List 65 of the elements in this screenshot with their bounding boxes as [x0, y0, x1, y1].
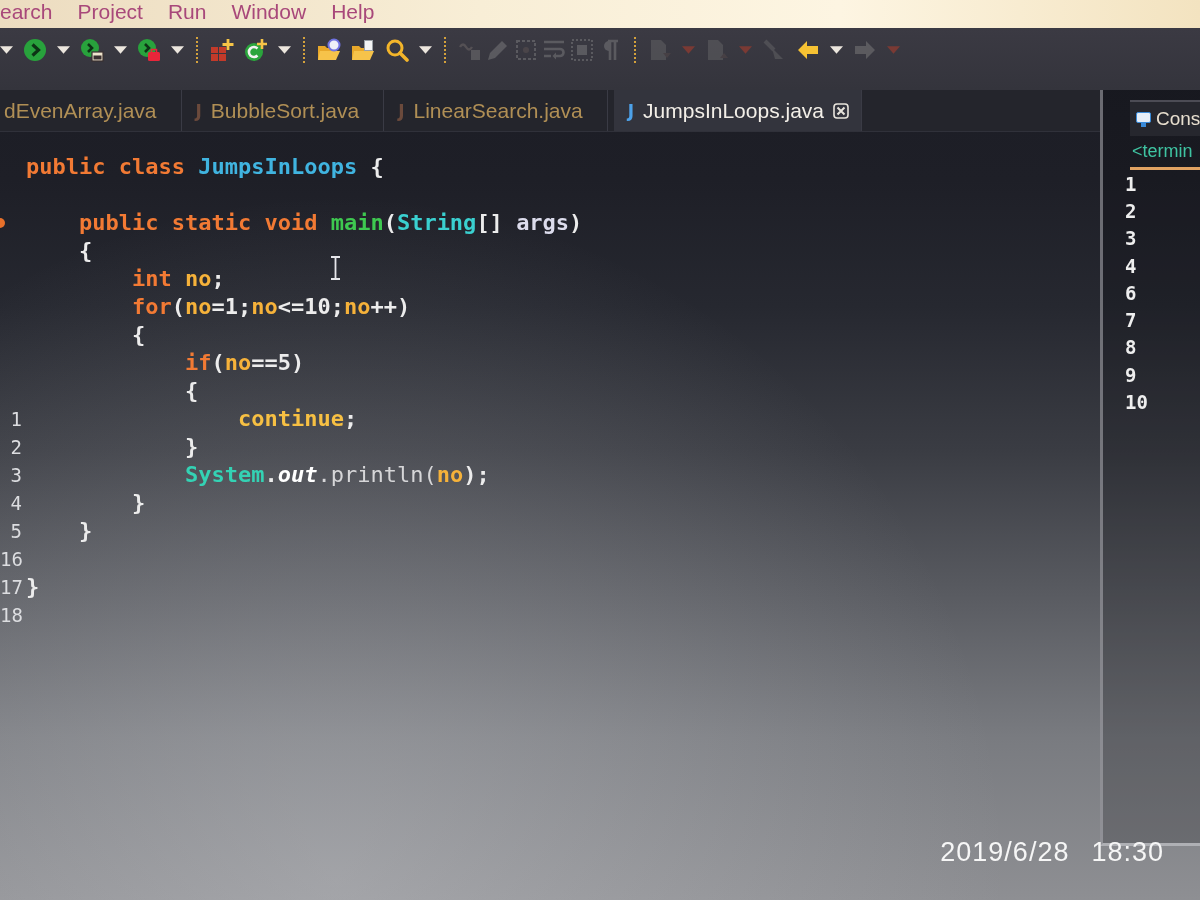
console-output-line: 3	[1125, 226, 1138, 252]
code-line: public class JumpsInLoops {	[26, 154, 384, 180]
dropdown-caret-icon[interactable]	[171, 46, 184, 54]
code-line: int no;	[131, 266, 225, 292]
editor-tab[interactable]: J LinearSearch.java	[384, 90, 608, 131]
line-number: 2	[10, 436, 22, 458]
photo-date-label: 2019/6/28	[940, 837, 1070, 868]
console-output-line: 9	[1125, 362, 1138, 388]
console-output-line: 8	[1125, 335, 1138, 361]
console-output-line: 10	[1125, 390, 1149, 415]
dropdown-caret-icon[interactable]	[278, 46, 291, 54]
line-number: 1	[10, 408, 22, 430]
code-line: {	[79, 238, 93, 264]
dropdown-caret-icon[interactable]	[114, 46, 127, 54]
folder-globe-icon[interactable]	[317, 38, 341, 62]
run-icon[interactable]	[23, 38, 47, 62]
code-line: }	[131, 490, 146, 516]
code-line: if(no==5)	[184, 350, 305, 376]
editor-tab[interactable]: dEvenArray.java	[0, 90, 182, 131]
menu-item[interactable]: Run	[167, 0, 207, 23]
console-tab[interactable]: Cons	[1130, 100, 1200, 136]
line-number: 18	[0, 604, 23, 626]
menu-item[interactable]: Help	[331, 0, 375, 23]
code-line: {	[131, 322, 146, 348]
dropdown-caret-icon[interactable]	[419, 46, 432, 54]
console-header: <termin	[1130, 136, 1200, 170]
class-plus-icon[interactable]	[244, 38, 268, 62]
console-output-line: 1	[1125, 171, 1138, 197]
folder-page-icon[interactable]	[351, 38, 375, 62]
file-icon: J	[627, 100, 635, 121]
line-number: 5	[10, 520, 22, 542]
menu-item[interactable]: earch	[0, 0, 53, 23]
menu-item[interactable]: Project	[77, 0, 143, 23]
line-number: 16	[0, 548, 23, 570]
file-icon: J	[398, 100, 405, 121]
dropdown-caret-icon[interactable]	[57, 46, 70, 54]
circle-case-icon[interactable]	[137, 38, 161, 62]
file-icon: J	[195, 100, 202, 121]
code-line: System.out.println(no);	[184, 462, 490, 488]
code-line: for(no=1;no<=10;no++)	[131, 294, 411, 320]
line-number: 3	[10, 464, 22, 486]
dropdown-caret-icon[interactable]	[0, 46, 13, 54]
console-output-line: 4	[1125, 253, 1138, 279]
circle-window-icon[interactable]	[80, 38, 104, 62]
photo-time-label: 18:30	[1091, 837, 1164, 868]
dropdown-caret-icon[interactable]	[830, 46, 843, 54]
code-line: {	[184, 378, 199, 404]
squares-plus-icon[interactable]	[210, 38, 234, 62]
code-line: }	[79, 518, 93, 544]
console-output-line: 7	[1125, 308, 1138, 334]
text-cursor-icon	[330, 256, 341, 280]
monitor-icon	[1136, 111, 1151, 127]
code-line: public static void main(String[] args)	[79, 210, 583, 236]
editor-tab[interactable]: J BubbleSort.java	[181, 90, 385, 131]
editor-tab[interactable]: J JumpsInLoops.java	[613, 90, 862, 131]
line-number: 4	[10, 492, 22, 514]
menu-item[interactable]: Window	[231, 0, 307, 23]
close-icon[interactable]	[833, 102, 849, 119]
console-output-line: 6	[1125, 280, 1138, 306]
search-icon[interactable]	[385, 38, 409, 62]
line-number: 17	[0, 576, 23, 598]
code-line: continue;	[237, 406, 358, 432]
code-line: }	[26, 574, 40, 600]
code-line: }	[184, 434, 199, 460]
console-output-line: 2	[1125, 198, 1138, 224]
